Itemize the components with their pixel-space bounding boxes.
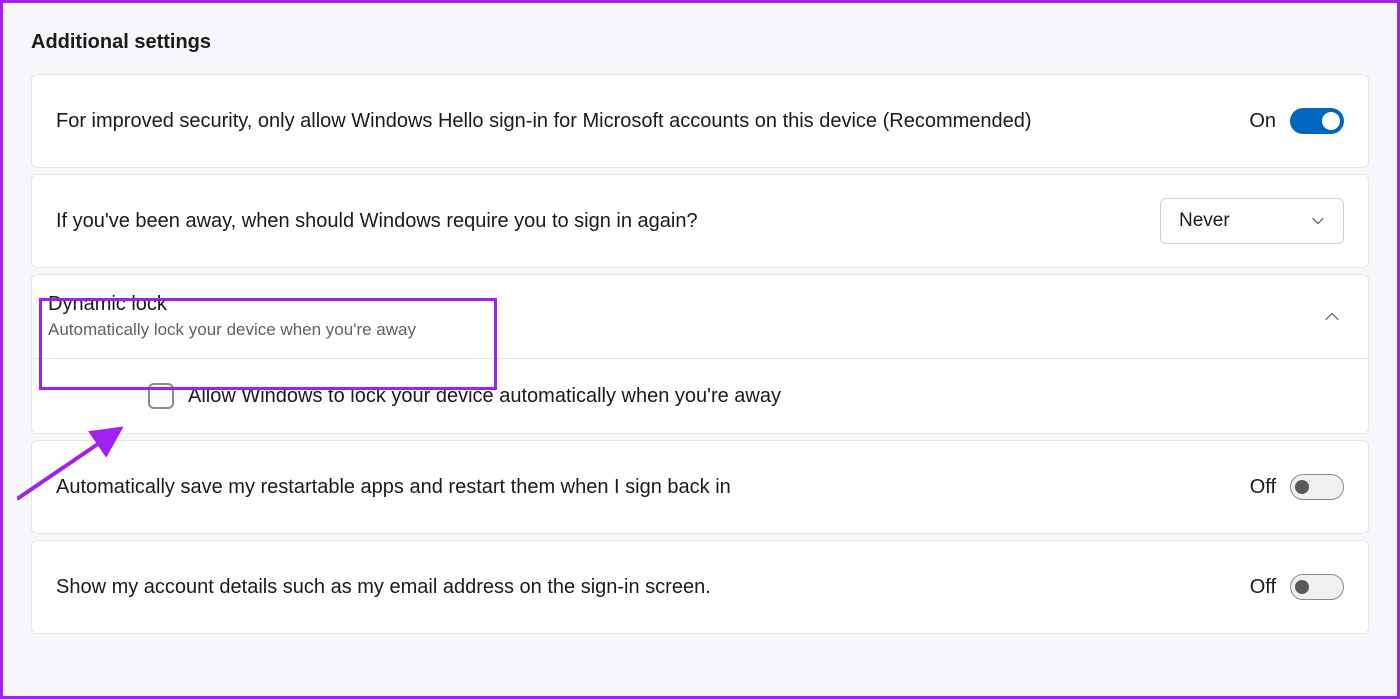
hello-signin-label: For improved security, only allow Window… xyxy=(56,107,1032,135)
account-details-state: Off xyxy=(1250,576,1276,599)
chevron-up-icon xyxy=(1324,309,1340,325)
dynamic-lock-body: Allow Windows to lock your device automa… xyxy=(32,359,1368,433)
restartable-apps-row: Automatically save my restartable apps a… xyxy=(31,440,1369,534)
restartable-apps-state: Off xyxy=(1250,476,1276,499)
section-title: Additional settings xyxy=(31,31,1369,54)
restartable-apps-toggle[interactable] xyxy=(1290,474,1344,500)
chevron-down-icon xyxy=(1311,214,1325,228)
hello-signin-state: On xyxy=(1249,110,1276,133)
require-signin-label: If you've been away, when should Windows… xyxy=(56,207,698,235)
dynamic-lock-title: Dynamic lock xyxy=(48,293,416,316)
require-signin-dropdown-value: Never xyxy=(1179,210,1230,232)
hello-signin-toggle[interactable] xyxy=(1290,108,1344,134)
dynamic-lock-group: Dynamic lock Automatically lock your dev… xyxy=(31,274,1369,434)
account-details-label: Show my account details such as my email… xyxy=(56,573,711,601)
dynamic-lock-header[interactable]: Dynamic lock Automatically lock your dev… xyxy=(32,275,1368,359)
require-signin-dropdown[interactable]: Never xyxy=(1160,198,1344,244)
require-signin-row: If you've been away, when should Windows… xyxy=(31,174,1369,268)
restartable-apps-label: Automatically save my restartable apps a… xyxy=(56,473,731,501)
dynamic-lock-checkbox[interactable] xyxy=(148,383,174,409)
dynamic-lock-subtitle: Automatically lock your device when you'… xyxy=(48,320,416,340)
hello-signin-row: For improved security, only allow Window… xyxy=(31,74,1369,168)
account-details-toggle[interactable] xyxy=(1290,574,1344,600)
dynamic-lock-checkbox-label: Allow Windows to lock your device automa… xyxy=(188,385,781,408)
account-details-row: Show my account details such as my email… xyxy=(31,540,1369,634)
